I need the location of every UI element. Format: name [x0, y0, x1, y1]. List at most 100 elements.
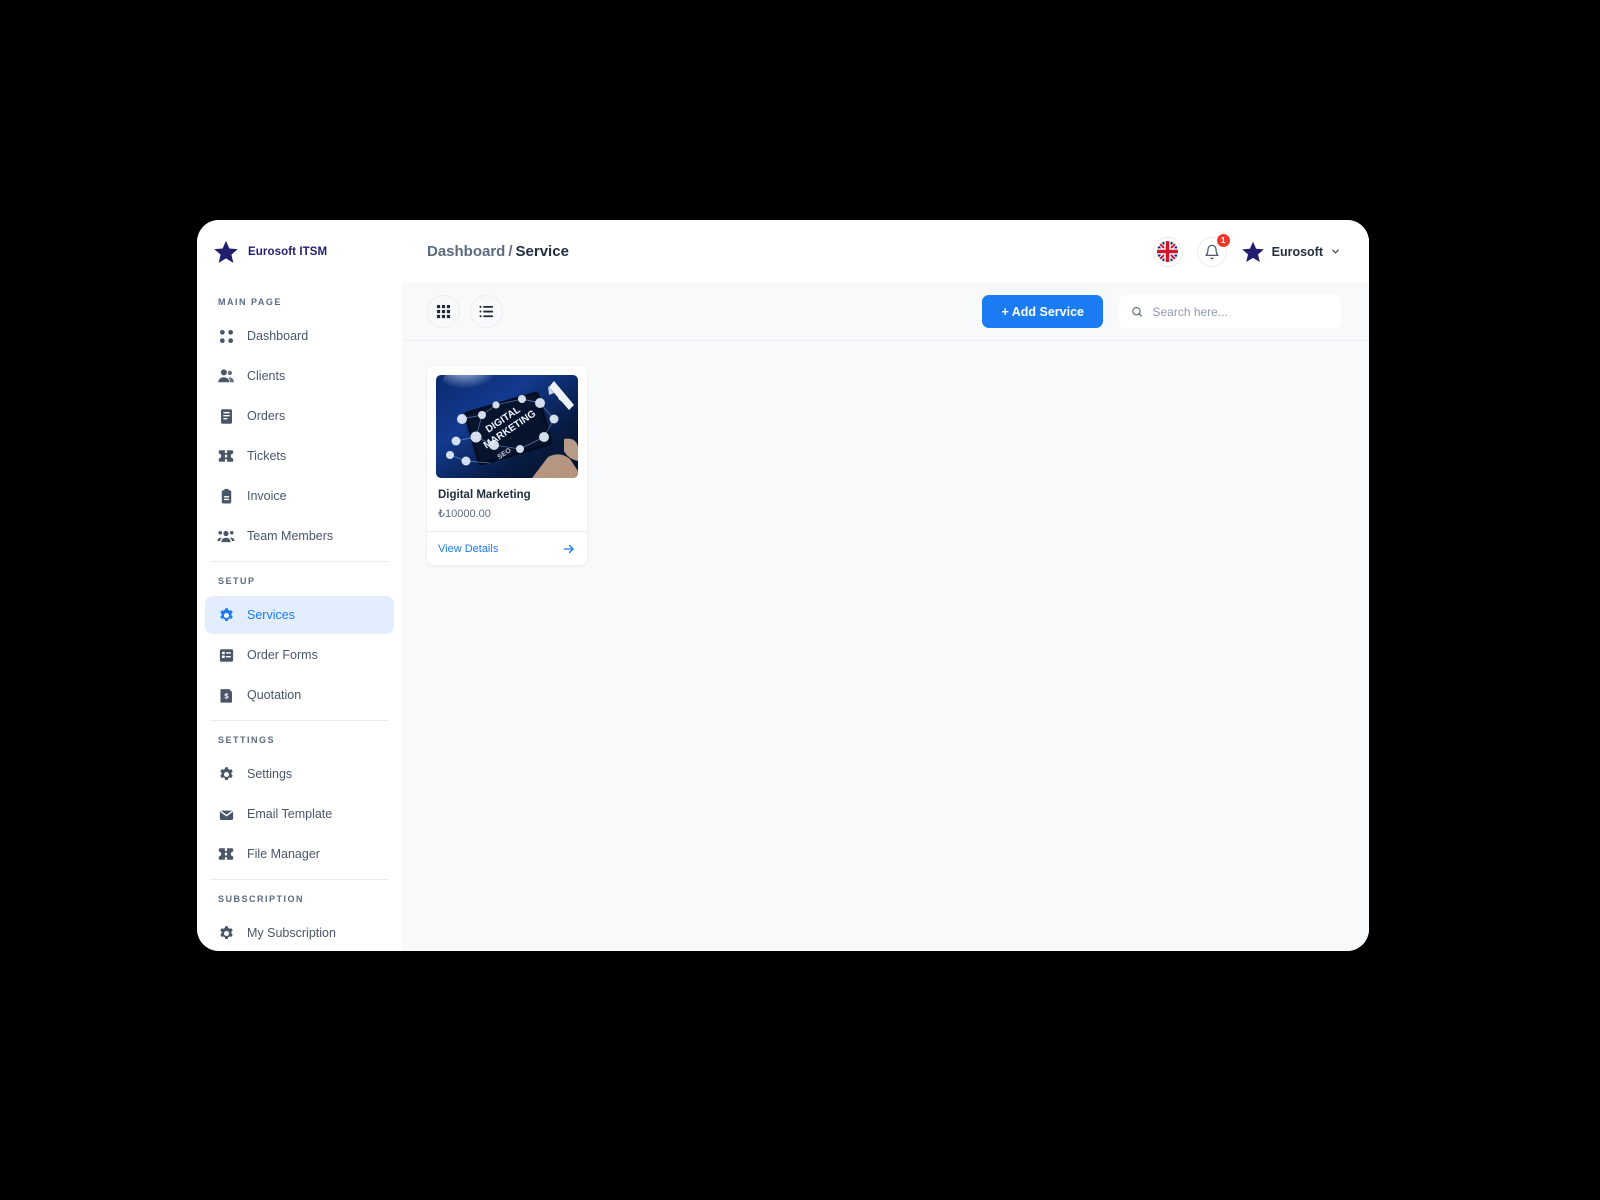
search-box[interactable] — [1119, 295, 1341, 328]
view-details-row[interactable]: View Details — [436, 532, 578, 565]
sidebar-item-label: Settings — [247, 767, 293, 781]
arrow-right-icon[interactable] — [562, 542, 578, 556]
ticket-icon — [217, 845, 235, 863]
breadcrumb-parent[interactable]: Dashboard — [427, 243, 505, 260]
sidebar-item-settings[interactable]: Settings — [205, 755, 394, 793]
ticket-icon — [218, 848, 234, 860]
topbar-actions: 1 Eurosoft — [1152, 232, 1341, 267]
form-icon — [219, 648, 233, 662]
service-title: Digital Marketing — [438, 489, 531, 501]
search-icon — [1132, 306, 1142, 317]
sidebar: Eurosoft ITSM MAIN PAGE Dashboard Clients O… — [197, 220, 402, 951]
sidebar-item-my-subscription[interactable]: My Subscription — [205, 914, 394, 951]
star-icon — [214, 240, 238, 263]
sidebar-item-label: Orders — [247, 409, 286, 423]
sidebar-item-label: My Subscription — [247, 926, 336, 940]
sidebar-item-label: Quotation — [247, 688, 302, 702]
sidebar-item-clients[interactable]: Clients — [205, 357, 394, 395]
sidebar-item-dashboard[interactable]: Dashboard — [205, 317, 394, 355]
list-view-icon — [479, 305, 494, 318]
form-icon — [217, 646, 235, 664]
quotation-icon: $ — [219, 688, 232, 703]
sidebar-item-orders[interactable]: Orders — [205, 397, 394, 435]
nav-section-heading: SETUP — [218, 576, 256, 586]
nav-section: SETTINGS Settings Email Template File Manag… — [197, 721, 402, 873]
ticket-icon — [217, 447, 235, 465]
notifications-button[interactable]: 1 — [1196, 232, 1231, 267]
grid-view-icon — [436, 304, 451, 319]
bell-icon — [1205, 244, 1219, 259]
document-icon — [220, 408, 232, 424]
topbar: Dashboard / Service 1 Eurosoft — [402, 220, 1369, 283]
sidebar-item-label: Invoice — [247, 489, 287, 503]
people-icon — [218, 369, 234, 383]
clipboard-icon — [217, 487, 235, 505]
sidebar-item-team-members[interactable]: Team Members — [205, 517, 394, 555]
people-icon — [217, 367, 235, 385]
chevron-down-icon — [1332, 249, 1339, 254]
nav-section-heading: SUBSCRIPTION — [218, 894, 305, 904]
uk-flag-icon — [1157, 241, 1179, 262]
service-price: ₺10000.00 — [438, 508, 491, 520]
nav-section: SUBSCRIPTION My Subscription — [197, 880, 402, 951]
list-view-button[interactable] — [470, 295, 503, 328]
sidebar-item-invoice[interactable]: Invoice — [205, 477, 394, 515]
sidebar-item-file-manager[interactable]: File Manager — [205, 835, 394, 873]
gear-icon — [217, 606, 235, 624]
sidebar-nav: MAIN PAGE Dashboard Clients Orders Tickets In… — [197, 283, 402, 951]
breadcrumb-separator: / — [508, 243, 513, 260]
app-window: Eurosoft ITSM MAIN PAGE Dashboard Clients O… — [197, 220, 1369, 951]
gear-icon — [219, 925, 233, 939]
sidebar-item-label: Team Members — [247, 529, 334, 543]
toolbar: + Add Service — [402, 283, 1369, 341]
envelope-icon — [217, 805, 235, 823]
user-name: Eurosoft — [1271, 244, 1323, 259]
sidebar-item-label: Clients — [247, 369, 286, 383]
service-card[interactable]: DIGITAL MARKETING SEO Digital Marketing ₺100… — [427, 366, 587, 565]
breadcrumb-current: Service — [515, 243, 569, 260]
sidebar-item-email-template[interactable]: Email Template — [205, 795, 394, 833]
sidebar-item-label: Order Forms — [247, 648, 318, 662]
gear-icon — [217, 765, 235, 783]
nav-section: MAIN PAGE Dashboard Clients Orders Tickets In… — [197, 283, 402, 555]
group-icon — [217, 530, 235, 543]
user-menu[interactable]: Eurosoft — [1241, 240, 1341, 264]
nav-section: SETUP Services Order Forms $ Quotation — [197, 562, 402, 714]
sidebar-item-label: Tickets — [247, 449, 287, 463]
sidebar-item-order-forms[interactable]: Order Forms — [205, 636, 394, 674]
language-switcher-button[interactable] — [1152, 236, 1183, 267]
nav-section-heading: MAIN PAGE — [218, 297, 282, 307]
toolbar-right: + Add Service — [982, 295, 1341, 328]
ticket-icon — [218, 450, 234, 462]
brand-name: Eurosoft ITSM — [248, 245, 328, 258]
service-thumbnail: DIGITAL MARKETING SEO — [436, 375, 578, 478]
nav-section-heading: SETTINGS — [218, 735, 276, 745]
gear-icon — [217, 924, 235, 942]
sidebar-item-quotation[interactable]: $ Quotation — [205, 676, 394, 714]
notification-badge: 1 — [1215, 232, 1231, 248]
grid-dots-icon — [219, 329, 233, 343]
view-details-link[interactable]: View Details — [438, 543, 498, 555]
quotation-icon: $ — [217, 686, 235, 704]
sidebar-item-services[interactable]: Services — [205, 596, 394, 634]
main-area: Dashboard / Service 1 Eurosoft + Add Ser… — [402, 220, 1369, 951]
sidebar-item-label: Email Template — [247, 807, 333, 821]
services-grid: DIGITAL MARKETING SEO Digital Marketing ₺100… — [402, 341, 1369, 951]
sidebar-item-label: File Manager — [247, 847, 320, 861]
envelope-icon — [219, 810, 233, 820]
clipboard-icon — [221, 488, 231, 503]
gear-icon — [219, 607, 233, 621]
sidebar-item-label: Services — [247, 608, 295, 622]
brand[interactable]: Eurosoft ITSM — [197, 220, 402, 283]
star-icon — [1241, 241, 1264, 262]
sidebar-item-tickets[interactable]: Tickets — [205, 437, 394, 475]
document-icon — [217, 407, 235, 425]
search-input[interactable] — [1152, 304, 1329, 319]
group-icon — [217, 527, 235, 545]
add-service-button[interactable]: + Add Service — [982, 295, 1103, 328]
grid-view-button[interactable] — [427, 295, 460, 328]
sidebar-item-label: Dashboard — [247, 329, 309, 343]
digital-marketing-photo: DIGITALMARKETINGSEO — [436, 375, 578, 478]
grid-dots-icon — [217, 327, 235, 345]
gear-icon — [219, 766, 233, 780]
